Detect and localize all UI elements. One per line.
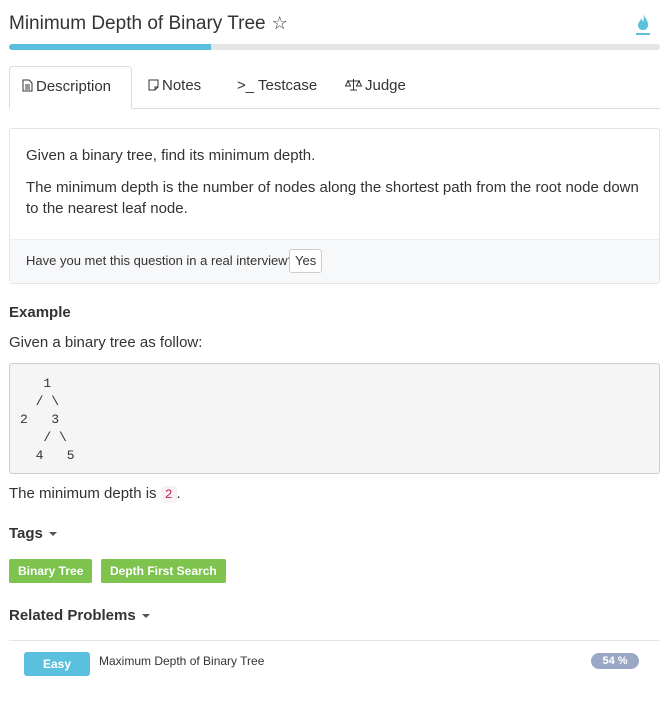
example-tree: 1 / \ 2 3 / \ 4 5	[20, 376, 75, 463]
page-title-text: Minimum Depth of Binary Tree	[9, 13, 266, 34]
description-panel: Given a binary tree, find its minimum de…	[9, 128, 660, 284]
divider	[9, 640, 660, 641]
note-icon	[148, 79, 159, 91]
scale-icon	[344, 79, 363, 91]
tab-notes-label: Notes	[162, 77, 202, 94]
page-title: Minimum Depth of Binary Tree ☆	[9, 13, 288, 35]
flame-icon[interactable]	[636, 13, 650, 35]
tab-bar: Description Notes >_ Testcase Judge	[9, 66, 660, 109]
tags-toggle[interactable]: Tags	[9, 525, 57, 542]
example-result-prefix: The minimum depth is	[9, 485, 157, 502]
related-problem-link[interactable]: Maximum Depth of Binary Tree	[99, 654, 264, 668]
example-intro: Given a binary tree as follow:	[9, 334, 203, 351]
star-icon[interactable]: ☆	[272, 13, 288, 33]
tab-judge-label: Judge	[365, 77, 406, 94]
yes-button[interactable]: Yes	[289, 249, 323, 273]
tag-binary-tree[interactable]: Binary Tree	[9, 559, 93, 583]
tab-testcase[interactable]: >_ Testcase	[225, 66, 329, 106]
tab-judge[interactable]: Judge	[333, 66, 418, 106]
caret-down-icon	[141, 614, 150, 619]
related-problems-toggle[interactable]: Related Problems	[9, 607, 150, 624]
description-line-1: Given a binary tree, find its minimum de…	[26, 147, 316, 164]
progress-bar-fill	[9, 44, 211, 50]
acceptance-badge: 54 %	[591, 653, 639, 669]
description-line-2: The minimum depth is the number of nodes…	[26, 179, 639, 217]
tab-testcase-label: >_ Testcase	[237, 77, 318, 94]
tab-description-label: Description	[36, 78, 112, 95]
related-problems-heading: Related Problems	[9, 607, 136, 624]
example-code-block: 1 / \ 2 3 / \ 4 5	[9, 363, 660, 474]
tab-description[interactable]: Description	[9, 66, 132, 109]
progress-bar	[9, 44, 660, 50]
example-result: The minimum depth is 2.	[9, 485, 181, 503]
difficulty-badge: Easy	[24, 652, 90, 676]
example-heading: Example	[9, 304, 71, 321]
interview-question-text: Have you met this question in a real int…	[26, 253, 295, 268]
tab-notes[interactable]: Notes	[136, 66, 213, 106]
example-result-suffix: .	[176, 485, 181, 502]
example-result-value: 2	[160, 486, 177, 503]
interview-question-bar: Have you met this question in a real int…	[10, 239, 659, 283]
caret-down-icon	[48, 532, 57, 537]
tag-depth-first-search[interactable]: Depth First Search	[101, 559, 226, 583]
document-icon	[22, 79, 33, 92]
tags-heading: Tags	[9, 525, 43, 542]
